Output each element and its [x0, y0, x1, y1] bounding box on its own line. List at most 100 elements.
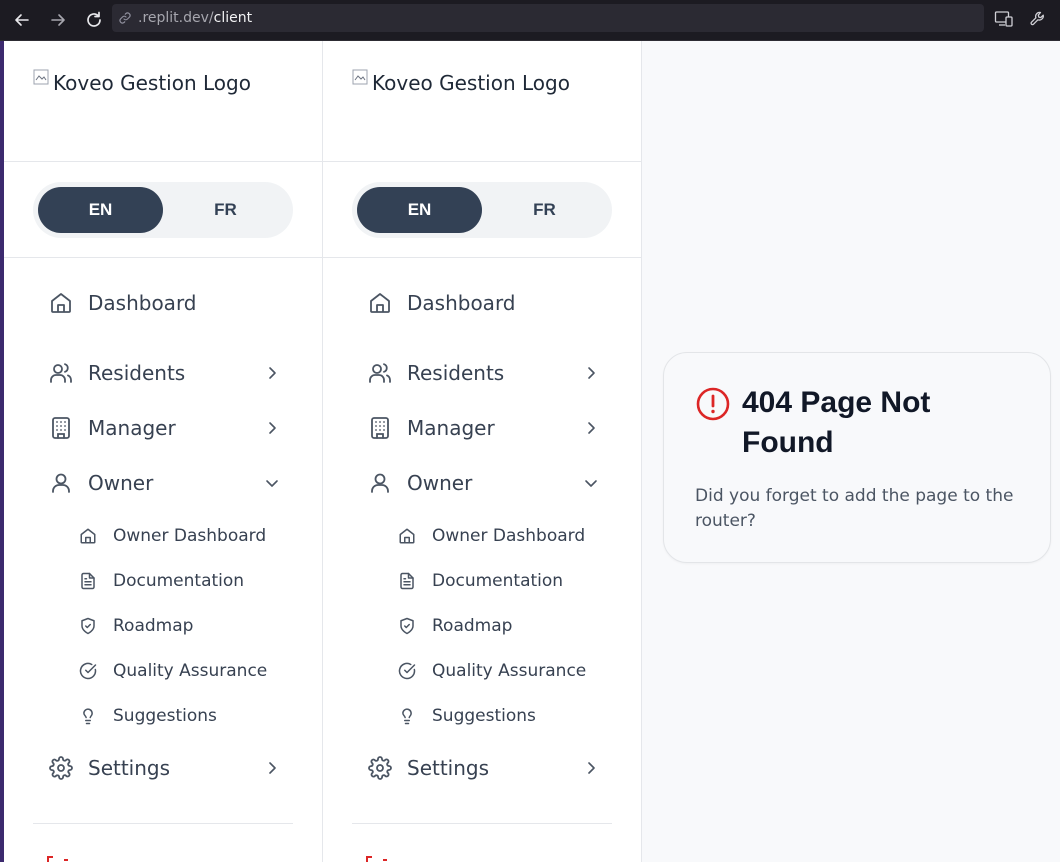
nav-dashboard-label: Dashboard [407, 291, 516, 315]
chevron-right-icon [263, 364, 281, 382]
lightbulb-icon [78, 706, 98, 726]
shield-check-icon [397, 616, 417, 636]
home-icon [397, 526, 417, 546]
alert-circle-icon [696, 387, 730, 421]
back-arrow-icon[interactable] [10, 8, 34, 32]
nav-manager[interactable]: Manager [48, 408, 293, 448]
logo: Koveo Gestion Logo [33, 69, 251, 95]
user-icon [48, 470, 74, 496]
broken-image-icon [33, 69, 49, 85]
browser-toolbar: .replit.dev/client [0, 0, 1060, 41]
file-text-icon [78, 571, 98, 591]
sub-roadmap-label: Roadmap [432, 616, 513, 636]
chevron-right-icon [582, 364, 600, 382]
sub-roadmap[interactable]: Roadmap [397, 609, 612, 643]
address-bar[interactable]: .replit.dev/client [112, 4, 984, 32]
nav-residents[interactable]: Residents [367, 353, 612, 393]
nav-dashboard-label: Dashboard [88, 291, 197, 315]
nav-settings[interactable]: Settings [48, 748, 293, 788]
sidebar: Koveo Gestion Logo EN FR Dashboard Resid… [323, 41, 642, 862]
sub-suggestions[interactable]: Suggestions [397, 699, 612, 733]
nav-settings-label: Settings [407, 756, 490, 780]
sub-owner-dashboard[interactable]: Owner Dashboard [397, 519, 612, 553]
logo: Koveo Gestion Logo [352, 69, 570, 95]
nav-owner[interactable]: Owner [367, 463, 612, 503]
sub-quality-assurance[interactable]: Quality Assurance [397, 654, 612, 688]
user-icon [367, 470, 393, 496]
shield-check-icon [78, 616, 98, 636]
sub-documentation[interactable]: Documentation [78, 564, 293, 598]
sub-roadmap[interactable]: Roadmap [78, 609, 293, 643]
sub-quality-assurance-label: Quality Assurance [432, 661, 587, 681]
url-path: client [213, 10, 253, 26]
nav-residents-label: Residents [407, 361, 505, 385]
sub-suggestions[interactable]: Suggestions [78, 699, 293, 733]
sub-owner-dashboard[interactable]: Owner Dashboard [78, 519, 293, 553]
forward-arrow-icon[interactable] [46, 8, 70, 32]
nav-settings[interactable]: Settings [367, 748, 612, 788]
file-text-icon [397, 571, 417, 591]
lang-en-button[interactable]: EN [38, 187, 163, 233]
nav-owner-label: Owner [88, 471, 154, 495]
home-icon [48, 290, 74, 316]
language-toggle: EN FR [33, 182, 293, 238]
building-icon [48, 415, 74, 441]
nav-manager[interactable]: Manager [367, 408, 612, 448]
sub-documentation-label: Documentation [432, 571, 564, 591]
error-description: Did you forget to add the page to the ro… [695, 486, 1014, 531]
reload-icon[interactable] [82, 8, 106, 32]
sub-documentation-label: Documentation [113, 571, 245, 591]
nav-owner[interactable]: Owner [48, 463, 293, 503]
divider [33, 823, 293, 824]
lang-en-button[interactable]: EN [357, 187, 482, 233]
broken-image-icon [352, 69, 368, 85]
chevron-right-icon [582, 759, 600, 777]
nav-owner-label: Owner [407, 471, 473, 495]
chevron-down-icon [582, 474, 600, 492]
nav-residents-label: Residents [88, 361, 186, 385]
wrench-icon[interactable] [1027, 8, 1049, 30]
nav-dashboard[interactable]: Dashboard [367, 283, 612, 323]
sub-owner-dashboard-label: Owner Dashboard [113, 526, 267, 546]
users-icon [48, 360, 74, 386]
sidebar: Koveo Gestion Logo EN FR Dashboard Resid… [4, 41, 323, 862]
link-icon [118, 10, 134, 26]
users-icon [367, 360, 393, 386]
logo-area: Koveo Gestion Logo [4, 41, 322, 162]
nav-settings-label: Settings [88, 756, 171, 780]
logo-alt-text: Koveo Gestion Logo [372, 71, 570, 95]
not-found-card: 404 Page Not Found Did you forget to add… [663, 352, 1051, 563]
chevron-down-icon [263, 474, 281, 492]
responsive-design-icon[interactable] [993, 8, 1015, 30]
chevron-right-icon [263, 419, 281, 437]
logout-icon[interactable] [365, 856, 389, 862]
lightbulb-icon [397, 706, 417, 726]
language-section: EN FR [4, 162, 322, 258]
divider [352, 823, 612, 824]
logo-area: Koveo Gestion Logo [323, 41, 641, 162]
sub-quality-assurance[interactable]: Quality Assurance [78, 654, 293, 688]
sub-roadmap-label: Roadmap [113, 616, 194, 636]
home-icon [78, 526, 98, 546]
chevron-right-icon [582, 419, 600, 437]
check-circle-icon [397, 661, 417, 681]
nav-dashboard[interactable]: Dashboard [48, 283, 293, 323]
nav-manager-label: Manager [407, 416, 495, 440]
gear-icon [48, 755, 74, 781]
home-icon [367, 290, 393, 316]
sub-suggestions-label: Suggestions [432, 706, 536, 726]
check-circle-icon [78, 661, 98, 681]
url-host: .replit.dev/ [138, 10, 214, 26]
lang-fr-button[interactable]: FR [163, 187, 288, 233]
error-title: 404 Page Not Found [742, 386, 931, 459]
language-toggle: EN FR [352, 182, 612, 238]
building-icon [367, 415, 393, 441]
sub-documentation[interactable]: Documentation [397, 564, 612, 598]
nav-manager-label: Manager [88, 416, 176, 440]
lang-fr-button[interactable]: FR [482, 187, 607, 233]
logo-alt-text: Koveo Gestion Logo [53, 71, 251, 95]
nav-residents[interactable]: Residents [48, 353, 293, 393]
logout-icon[interactable] [46, 856, 70, 862]
chevron-right-icon [263, 759, 281, 777]
sub-suggestions-label: Suggestions [113, 706, 217, 726]
